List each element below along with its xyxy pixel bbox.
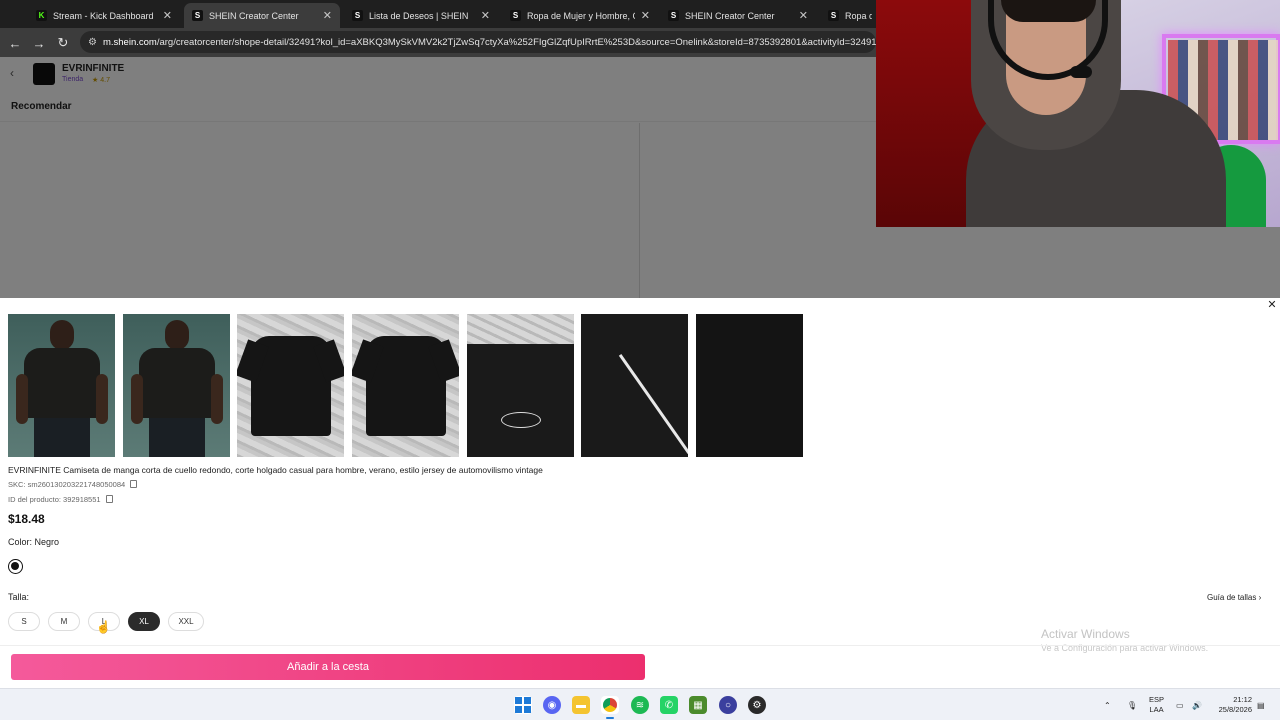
tab-wishlist[interactable]: S Lista de Deseos | SHEIN ✕ — [344, 3, 498, 28]
microphone-tray-icon[interactable]: 🎙 — [1127, 689, 1137, 720]
shein-favicon-icon: S — [668, 10, 679, 21]
size-option-xxl[interactable]: XXL — [168, 612, 204, 631]
tab-title: SHEIN Creator Center — [209, 10, 299, 21]
windows-activation-title: Activar Windows — [1041, 627, 1130, 641]
product-sku: SKC: sm260130203221748050084 — [8, 480, 138, 489]
tab-ropa[interactable]: S Ropa de Mujer y Hombre, Com ✕ — [502, 3, 658, 28]
product-id: ID del producto: 392918551 — [8, 495, 113, 504]
system-clock[interactable]: 21:12 25/8/2026 — [1210, 695, 1252, 715]
webcam-overlay — [876, 0, 1280, 227]
copy-icon[interactable] — [130, 480, 138, 488]
steam-icon[interactable]: ⚙ — [748, 696, 766, 714]
tab-close-icon[interactable]: ✕ — [641, 9, 650, 22]
tab-close-icon[interactable]: ✕ — [163, 9, 172, 22]
product-image-flat-back[interactable] — [352, 314, 459, 457]
product-image-logo-detail[interactable] — [467, 314, 574, 457]
tab-title: Ropa de Mujer y Hombre, Com — [527, 10, 635, 21]
tab-title: Lista de Deseos | SHEIN — [369, 10, 469, 21]
tab-close-icon[interactable]: ✕ — [323, 9, 332, 22]
chrome-icon[interactable] — [601, 696, 619, 719]
back-arrow-icon[interactable]: ← — [5, 33, 25, 53]
product-image-back[interactable] — [123, 314, 230, 457]
site-info-icon[interactable]: ⚙ — [88, 37, 97, 48]
whatsapp-icon[interactable]: ✆ — [660, 696, 678, 714]
volume-icon[interactable]: 🔊 — [1192, 689, 1202, 720]
product-title: EVRINFINITE Camiseta de manga corta de c… — [8, 465, 543, 475]
size-guide-link[interactable]: Guía de tallas › — [1207, 593, 1261, 602]
divider — [0, 645, 1280, 646]
product-price: $18.48 — [8, 512, 45, 526]
product-image-front[interactable] — [8, 314, 115, 457]
size-option-m[interactable]: M — [48, 612, 80, 631]
size-option-xl[interactable]: XL — [128, 612, 160, 631]
shein-favicon-icon: S — [510, 10, 521, 21]
file-explorer-icon[interactable]: ▬ — [572, 696, 590, 714]
shein-favicon-icon: S — [192, 10, 203, 21]
close-icon[interactable]: ✕ — [1266, 299, 1278, 311]
language-indicator[interactable]: ESP LAA — [1149, 695, 1164, 715]
minecraft-icon[interactable]: ▦ — [689, 696, 707, 714]
shein-favicon-icon: S — [352, 10, 363, 21]
address-bar[interactable]: ⚙ m.shein.com/arg/creatorcenter/shope-de… — [80, 31, 876, 53]
shein-favicon-icon: S — [828, 10, 839, 21]
microphone-icon — [1070, 66, 1092, 78]
tab-shein-creator-center[interactable]: S SHEIN Creator Center ✕ — [184, 3, 340, 28]
reload-icon[interactable]: ↻ — [53, 33, 73, 53]
tab-ropa-2[interactable]: S Ropa de M — [820, 3, 880, 28]
tab-title: Ropa de M — [845, 10, 872, 21]
kick-favicon-icon: K — [36, 10, 47, 21]
color-swatch-black[interactable] — [8, 559, 23, 574]
product-image-sleeve-detail[interactable] — [581, 314, 688, 457]
size-label: Talla: — [8, 592, 30, 602]
forward-arrow-icon[interactable]: → — [29, 33, 49, 53]
tab-close-icon[interactable]: ✕ — [799, 9, 808, 22]
color-value: Negro — [34, 537, 60, 547]
windows-taskbar: ◉ ▬ ≋ ✆ ▦ ○ ⚙ ⌃ 🎙 ESP LAA ▭ 🔊 21:12 25/8/2… — [0, 688, 1280, 720]
tab-kick-dashboard[interactable]: K Stream - Kick Dashboard ✕ — [28, 3, 180, 28]
tab-title: Stream - Kick Dashboard — [53, 10, 154, 21]
size-option-s[interactable]: S — [8, 612, 40, 631]
tab-title: SHEIN Creator Center — [685, 10, 775, 21]
app-circle-icon[interactable]: ○ — [719, 696, 737, 714]
notification-icon[interactable]: ▤ — [1257, 689, 1265, 720]
hand-cursor-icon: ☝ — [96, 620, 111, 634]
add-to-cart-button[interactable]: Añadir a la cesta — [11, 654, 645, 680]
tab-shein-creator-center-2[interactable]: S SHEIN Creator Center ✕ — [660, 3, 816, 28]
discord-icon[interactable]: ◉ — [543, 696, 561, 714]
product-image-hem-detail[interactable] — [696, 314, 803, 457]
color-label: Color: Negro — [8, 537, 60, 547]
product-image-flat-front[interactable] — [237, 314, 344, 457]
tab-close-icon[interactable]: ✕ — [481, 9, 490, 22]
network-icon[interactable]: ▭ — [1176, 689, 1184, 720]
url-text: m.shein.com/arg/creatorcenter/shope-deta… — [102, 36, 876, 48]
product-sheet: ✕ EVRINFINITE Camiseta de manga corta de… — [0, 298, 1280, 688]
windows-start-icon[interactable] — [514, 696, 532, 714]
spotify-icon[interactable]: ≋ — [631, 696, 649, 714]
tray-chevron-up-icon[interactable]: ⌃ — [1104, 689, 1111, 720]
copy-icon[interactable] — [105, 495, 113, 503]
